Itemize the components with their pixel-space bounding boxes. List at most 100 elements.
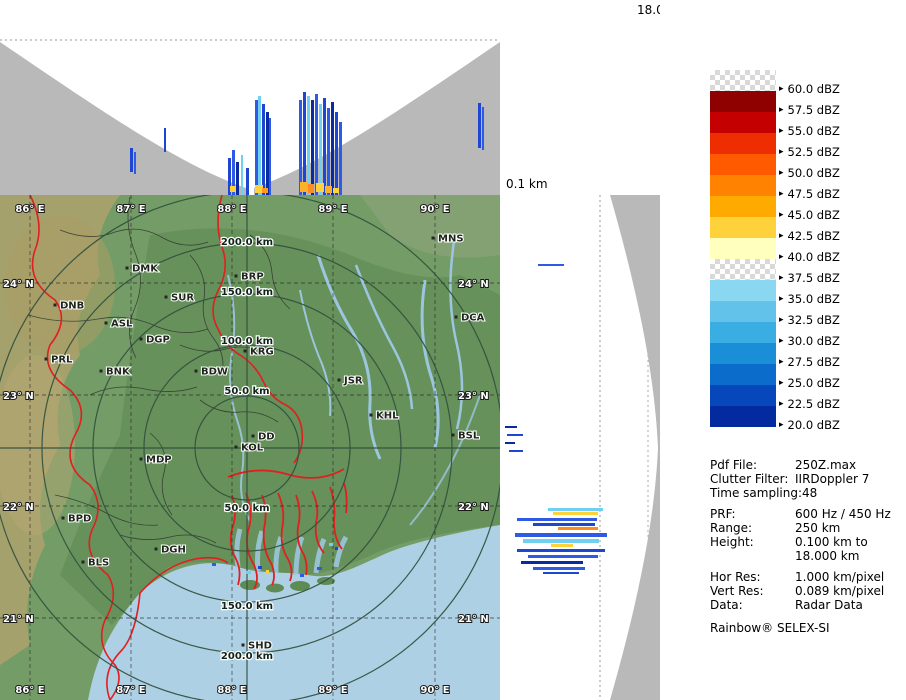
info-value: Radar Data xyxy=(795,598,863,612)
scale-swatch xyxy=(710,406,776,427)
city-label: MNS xyxy=(438,234,464,245)
scale-swatch xyxy=(710,112,776,133)
legend-brand: Rainbow® SELEX-SI xyxy=(710,621,830,635)
meridian-label: 90° E xyxy=(420,204,449,215)
scale-tick-icon: ▸ xyxy=(779,357,784,367)
map-panel: 86° E 86° E 87° E 87° E 88° E 88° E 89° E 89° E… xyxy=(0,191,504,700)
city-dot xyxy=(194,369,198,373)
echo-rect xyxy=(319,104,322,195)
scale-label: 40.0 dBZ xyxy=(787,250,840,264)
meridian-label: 86° E xyxy=(15,204,44,215)
city-label: KOL xyxy=(241,443,264,454)
info-value: 600 Hz / 450 Hz xyxy=(795,507,891,521)
range-ring-label: 200.0 km xyxy=(221,237,273,248)
city-label: DGH xyxy=(161,545,186,556)
scale-swatch xyxy=(710,196,776,217)
city-dot xyxy=(125,266,129,270)
city-label: BPD xyxy=(68,514,91,525)
parallel-label: 21° N xyxy=(458,614,489,625)
echo-rect xyxy=(300,182,308,192)
echo-rect xyxy=(315,94,318,195)
scale-swatch xyxy=(710,259,776,280)
city-dot xyxy=(241,643,245,647)
city-dot xyxy=(154,547,158,551)
parallel-label: 24° N xyxy=(3,279,34,290)
info-key: Hor Res: xyxy=(710,570,761,584)
city-label: DD xyxy=(258,432,275,443)
echo-rect xyxy=(130,148,133,172)
info-row: Hor Res: 1.000 km/pixel xyxy=(710,570,891,584)
info-value: 1.000 km/pixel xyxy=(795,570,885,584)
city-dot xyxy=(234,445,238,449)
scale-swatch xyxy=(710,217,776,238)
info-value: 250Z.max xyxy=(795,458,857,472)
scale-label: 60.0 dBZ xyxy=(787,82,840,96)
parallel-label: 22° N xyxy=(3,502,34,513)
echo-rect xyxy=(558,527,598,530)
echo-rect xyxy=(308,184,314,193)
scale-label: 32.5 dBZ xyxy=(787,313,840,327)
scale-swatch xyxy=(710,70,776,91)
side-profile-panel xyxy=(503,195,660,700)
range-ring-label: 50.0 km xyxy=(224,503,269,514)
scale-label: 57.5 dBZ xyxy=(787,103,840,117)
scale-swatch xyxy=(710,154,776,175)
echo-rect xyxy=(246,571,251,574)
scale-tick-icon: ▸ xyxy=(779,84,784,94)
scale-tick-icon: ▸ xyxy=(779,273,784,283)
echo-rect xyxy=(482,107,484,150)
echo-rect xyxy=(335,112,338,195)
scale-tick-icon: ▸ xyxy=(779,210,784,220)
info-key: Vert Res: xyxy=(710,584,764,598)
echo-rect xyxy=(212,563,216,566)
echo-rect xyxy=(505,442,515,444)
city-dot xyxy=(454,315,458,319)
echo-rect xyxy=(551,544,573,547)
scale-label: 47.5 dBZ xyxy=(787,187,840,201)
city-dot xyxy=(234,274,238,278)
city-dot xyxy=(251,434,255,438)
scale-swatch xyxy=(710,364,776,385)
echo-rect xyxy=(262,104,265,195)
echo-rect xyxy=(164,128,166,152)
meridian-label: 88° E xyxy=(217,204,246,215)
scale-label: 25.0 dBZ xyxy=(787,376,840,390)
echo-rect xyxy=(258,96,261,195)
scale-tick-icon: ▸ xyxy=(779,147,784,157)
scale-label: 20.0 dBZ xyxy=(787,418,840,432)
parallel-label: 22° N xyxy=(458,502,489,513)
city-label: SHD xyxy=(248,641,272,652)
city-label: PRL xyxy=(51,355,73,366)
info-value: 0.089 km/pixel xyxy=(795,584,885,598)
city-label: BLS xyxy=(88,558,109,569)
scale-label: 55.0 dBZ xyxy=(787,124,840,138)
city-dot xyxy=(337,378,341,382)
scale-tick-icon: ▸ xyxy=(779,399,784,409)
scale-swatch xyxy=(710,91,776,112)
info-value: IIRDoppler 7 xyxy=(795,472,870,486)
echo-rect xyxy=(548,508,603,511)
scale-swatch xyxy=(710,385,776,406)
echo-rect xyxy=(505,426,517,428)
scale-tick-icon: ▸ xyxy=(779,126,784,136)
parallel-label: 23° N xyxy=(3,391,34,402)
echo-rect xyxy=(335,547,338,550)
city-label: DCA xyxy=(461,313,485,324)
city-label: DNB xyxy=(60,301,84,312)
echo-rect xyxy=(246,168,249,195)
echo-rect xyxy=(329,543,333,546)
city-dot xyxy=(369,413,373,417)
echo-rect xyxy=(543,572,579,574)
echo-rect xyxy=(299,100,302,195)
echo-rect xyxy=(523,539,599,543)
info-key: Height: xyxy=(710,535,754,549)
echo-rect xyxy=(507,434,523,436)
parallel-label: 23° N xyxy=(458,391,489,402)
info-key: Clutter Filter: xyxy=(710,472,789,486)
scale-tick-icon: ▸ xyxy=(779,231,784,241)
echo-rect xyxy=(316,183,324,192)
range-ring-label: 150.0 km xyxy=(221,601,273,612)
scale-label: 45.0 dBZ xyxy=(787,208,840,222)
echo-rect xyxy=(339,122,342,195)
scale-label: 35.0 dBZ xyxy=(787,292,840,306)
